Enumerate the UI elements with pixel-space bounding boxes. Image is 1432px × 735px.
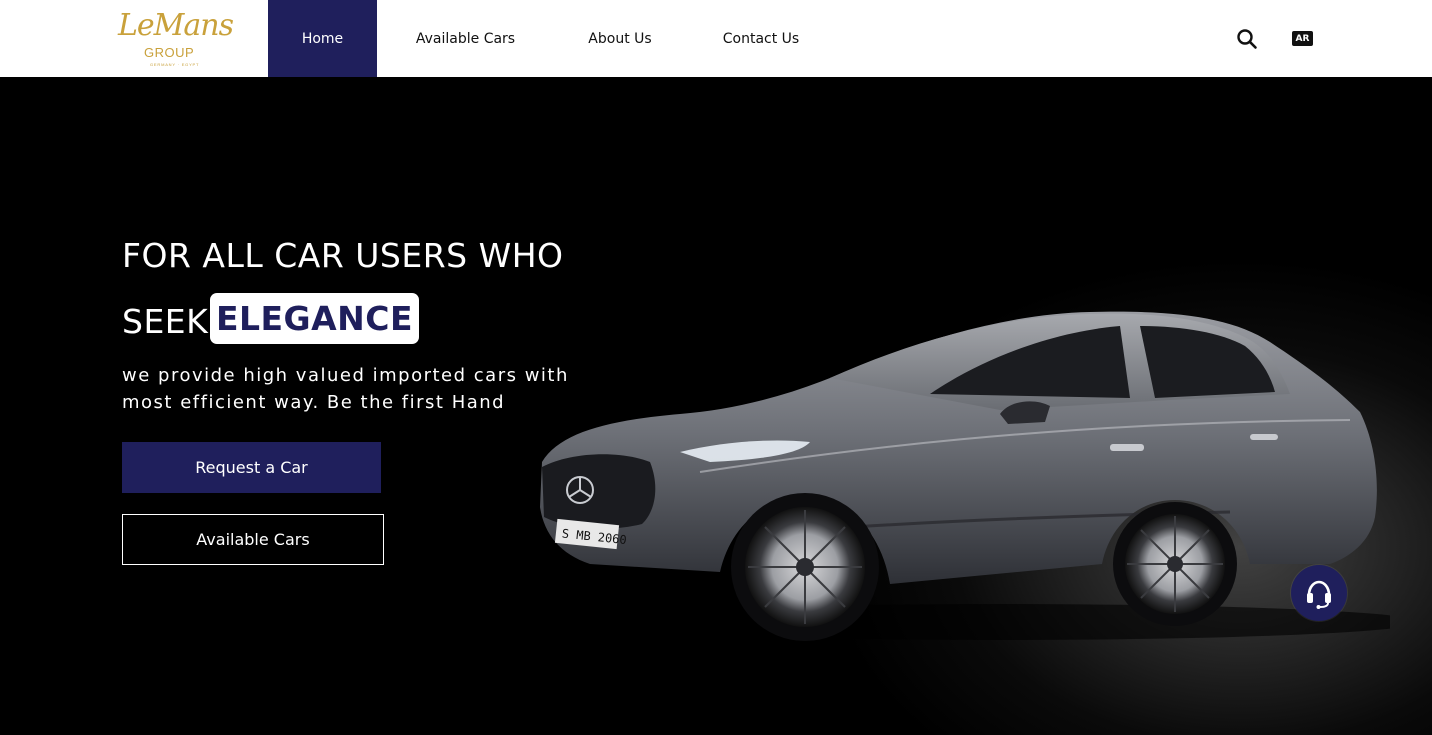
nav-contact-us[interactable]: Contact Us — [686, 0, 836, 77]
lemans-logo[interactable]: LeMans GROUP GERMANY · EGYPT — [112, 6, 236, 70]
search-icon[interactable] — [1236, 28, 1258, 50]
nav-available-cars[interactable]: Available Cars — [377, 0, 554, 77]
headset-icon — [1307, 580, 1331, 609]
nav-home[interactable]: Home — [268, 0, 377, 77]
available-cars-button[interactable]: Available Cars — [122, 514, 384, 565]
hero-section: FOR ALL CAR USERS WHO SEEK ELEGANCE we p… — [0, 77, 1432, 735]
logo-tagline: GERMANY · EGYPT — [150, 62, 200, 67]
support-chat-button[interactable] — [1291, 565, 1347, 621]
nav-about-us[interactable]: About Us — [554, 0, 686, 77]
hero-headline-line1: FOR ALL CAR USERS WHO — [122, 236, 564, 275]
car-image: S MB 2060 — [540, 311, 1390, 641]
request-car-button[interactable]: Request a Car — [122, 442, 381, 493]
hero-headline-seek: SEEK — [122, 302, 209, 341]
main-nav: Home Available Cars About Us Contact Us — [268, 0, 836, 77]
language-toggle[interactable]: AR — [1292, 31, 1313, 46]
logo-script-text: LeMans — [118, 8, 234, 43]
hero-headline-highlight: ELEGANCE — [210, 293, 419, 344]
logo-group-text: GROUP — [144, 45, 195, 60]
site-header: LeMans GROUP GERMANY · EGYPT Home Availa… — [0, 0, 1432, 77]
